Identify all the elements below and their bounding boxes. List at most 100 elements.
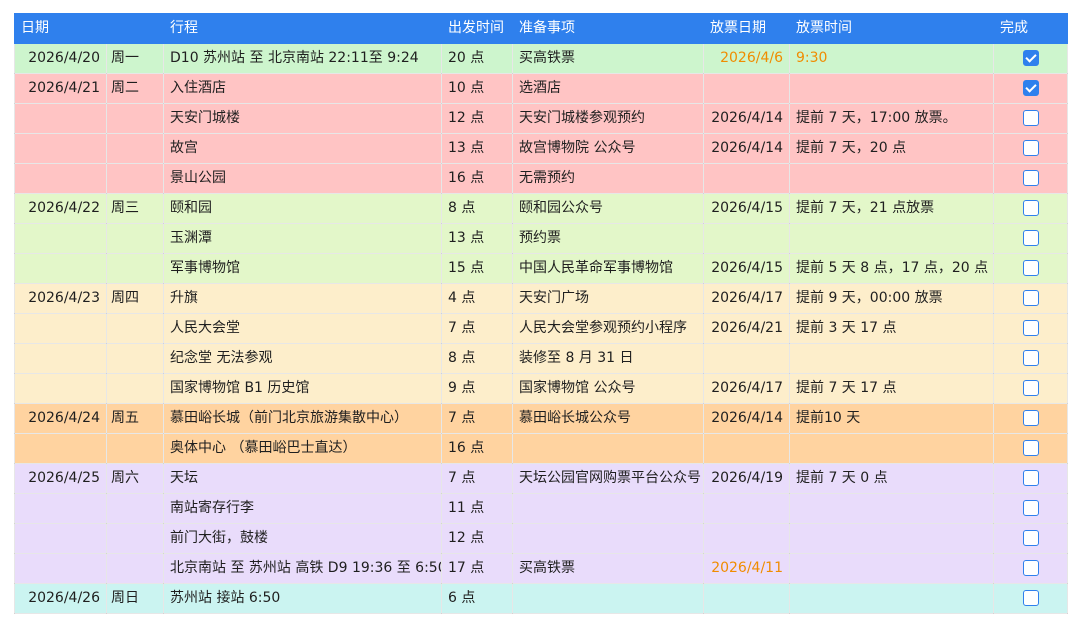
- checkbox-unchecked[interactable]: [1022, 440, 1039, 456]
- checkbox-unchecked[interactable]: [1022, 560, 1039, 576]
- cell-release-time[interactable]: [789, 553, 994, 584]
- table-row[interactable]: 北京南站 至 苏州站 高铁 D9 19:36 至 6:50 17 点买高铁票 202…: [14, 553, 1068, 584]
- cell-release-time[interactable]: [789, 73, 994, 104]
- cell-release-date[interactable]: 2026/4/14: [703, 133, 790, 164]
- cell-release-date[interactable]: 2026/4/17: [703, 373, 790, 404]
- cell-weekday[interactable]: [106, 493, 164, 524]
- cell-release-time[interactable]: [789, 433, 994, 464]
- table-row[interactable]: 前门大街，鼓楼 12 点: [14, 523, 1068, 554]
- checkbox-unchecked[interactable]: [1022, 290, 1039, 306]
- cell-prep[interactable]: 买高铁票: [512, 553, 704, 584]
- cell-release-time[interactable]: 提前 3 天 17 点: [789, 313, 994, 344]
- cell-date[interactable]: [14, 163, 107, 194]
- cell-date[interactable]: [14, 343, 107, 374]
- cell-release-date[interactable]: 2026/4/15: [703, 193, 790, 224]
- cell-release-time[interactable]: [789, 493, 994, 524]
- cell-release-time[interactable]: 提前 7 天，20 点: [789, 133, 994, 164]
- table-row[interactable]: 天安门城楼 12 点天安门城楼参观预约 2026/4/14 提前 7 天，17:00 …: [14, 103, 1068, 134]
- cell-prep[interactable]: 故宫博物院 公众号: [512, 133, 704, 164]
- table-row[interactable]: 2026/4/22 周三 颐和园 8 点颐和园公众号 2026/4/15 提前 7 天，2…: [14, 193, 1068, 224]
- cell-depart-time[interactable]: 7 点: [441, 403, 513, 434]
- cell-release-time[interactable]: 提前 7 天，21 点放票: [789, 193, 994, 224]
- table-row[interactable]: 2026/4/20 周一 D10 苏州站 至 北京南站 22:11至 9:24 20 …: [14, 43, 1068, 74]
- cell-date[interactable]: 2026/4/20: [14, 43, 107, 74]
- header-depart-time[interactable]: 出发时间: [441, 13, 513, 44]
- cell-release-date[interactable]: [703, 433, 790, 464]
- cell-weekday[interactable]: [106, 343, 164, 374]
- table-row[interactable]: 南站寄存行李 11 点: [14, 493, 1068, 524]
- cell-itinerary[interactable]: 颐和园: [163, 193, 442, 224]
- table-row[interactable]: 国家博物馆 B1 历史馆 9 点国家博物馆 公众号 2026/4/17 提前 7 天 …: [14, 373, 1068, 404]
- cell-release-time[interactable]: [789, 583, 994, 614]
- table-row[interactable]: 2026/4/25 周六 天坛 7 点天坛公园官网购票平台公众号 2026/4/19 提前…: [14, 463, 1068, 494]
- cell-weekday[interactable]: 周三: [106, 193, 164, 224]
- cell-release-date[interactable]: 2026/4/14: [703, 403, 790, 434]
- cell-date[interactable]: [14, 493, 107, 524]
- cell-depart-time[interactable]: 20 点: [441, 43, 513, 74]
- cell-prep[interactable]: 装修至 8 月 31 日: [512, 343, 704, 374]
- checkbox-unchecked[interactable]: [1022, 530, 1039, 546]
- cell-weekday[interactable]: [106, 373, 164, 404]
- cell-prep[interactable]: 天安门广场: [512, 283, 704, 314]
- cell-prep[interactable]: 中国人民革命军事博物馆: [512, 253, 704, 284]
- cell-depart-time[interactable]: 8 点: [441, 343, 513, 374]
- cell-release-date[interactable]: 2026/4/19: [703, 463, 790, 494]
- cell-depart-time[interactable]: 10 点: [441, 73, 513, 104]
- cell-date[interactable]: [14, 223, 107, 254]
- cell-release-date[interactable]: [703, 73, 790, 104]
- cell-prep[interactable]: 人民大会堂参观预约小程序: [512, 313, 704, 344]
- cell-date[interactable]: [14, 523, 107, 554]
- cell-weekday[interactable]: 周五: [106, 403, 164, 434]
- cell-weekday[interactable]: 周日: [106, 583, 164, 614]
- cell-release-time[interactable]: [789, 223, 994, 254]
- cell-release-time[interactable]: 提前 7 天 17 点: [789, 373, 994, 404]
- cell-depart-time[interactable]: 13 点: [441, 223, 513, 254]
- cell-release-date[interactable]: 2026/4/21: [703, 313, 790, 344]
- cell-itinerary[interactable]: 慕田峪长城（前门北京旅游集散中心）: [163, 403, 442, 434]
- cell-weekday[interactable]: 周一: [106, 43, 164, 74]
- checkbox-unchecked[interactable]: [1022, 140, 1039, 156]
- cell-prep[interactable]: 慕田峪长城公众号: [512, 403, 704, 434]
- cell-release-date[interactable]: [703, 523, 790, 554]
- cell-release-date[interactable]: [703, 583, 790, 614]
- header-prep[interactable]: 准备事项: [512, 13, 704, 44]
- cell-release-time[interactable]: [789, 343, 994, 374]
- cell-itinerary[interactable]: 军事博物馆: [163, 253, 442, 284]
- cell-depart-time[interactable]: 16 点: [441, 163, 513, 194]
- cell-date[interactable]: 2026/4/21: [14, 73, 107, 104]
- checkbox-unchecked[interactable]: [1022, 470, 1039, 486]
- cell-prep[interactable]: [512, 523, 704, 554]
- cell-prep[interactable]: [512, 583, 704, 614]
- cell-release-date[interactable]: 2026/4/11: [703, 553, 790, 584]
- cell-depart-time[interactable]: 4 点: [441, 283, 513, 314]
- cell-itinerary[interactable]: 天安门城楼: [163, 103, 442, 134]
- cell-weekday[interactable]: [106, 163, 164, 194]
- table-row[interactable]: 景山公园 16 点无需预约: [14, 163, 1068, 194]
- cell-depart-time[interactable]: 7 点: [441, 463, 513, 494]
- cell-prep[interactable]: 颐和园公众号: [512, 193, 704, 224]
- cell-release-time[interactable]: [789, 523, 994, 554]
- cell-prep[interactable]: 预约票: [512, 223, 704, 254]
- header-itinerary[interactable]: 行程: [163, 13, 442, 44]
- cell-release-date[interactable]: [703, 223, 790, 254]
- cell-itinerary[interactable]: 奥体中心 （慕田峪巴士直达）: [163, 433, 442, 464]
- checkbox-checked[interactable]: [1022, 50, 1039, 66]
- cell-weekday[interactable]: [106, 223, 164, 254]
- cell-prep[interactable]: 买高铁票: [512, 43, 704, 74]
- checkbox-unchecked[interactable]: [1022, 230, 1039, 246]
- cell-date[interactable]: [14, 253, 107, 284]
- table-row[interactable]: 人民大会堂 7 点人民大会堂参观预约小程序 2026/4/21 提前 3 天 17 点: [14, 313, 1068, 344]
- header-release-date[interactable]: 放票日期: [703, 13, 790, 44]
- cell-weekday[interactable]: 周四: [106, 283, 164, 314]
- cell-itinerary[interactable]: 景山公园: [163, 163, 442, 194]
- cell-release-date[interactable]: [703, 343, 790, 374]
- cell-release-time[interactable]: 提前 9 天，00:00 放票: [789, 283, 994, 314]
- cell-release-date[interactable]: 2026/4/17: [703, 283, 790, 314]
- cell-depart-time[interactable]: 9 点: [441, 373, 513, 404]
- cell-itinerary[interactable]: 前门大街，鼓楼: [163, 523, 442, 554]
- cell-weekday[interactable]: 周六: [106, 463, 164, 494]
- cell-weekday[interactable]: 周二: [106, 73, 164, 104]
- cell-depart-time[interactable]: 16 点: [441, 433, 513, 464]
- checkbox-unchecked[interactable]: [1022, 410, 1039, 426]
- cell-release-time[interactable]: 提前 7 天，17:00 放票。: [789, 103, 994, 134]
